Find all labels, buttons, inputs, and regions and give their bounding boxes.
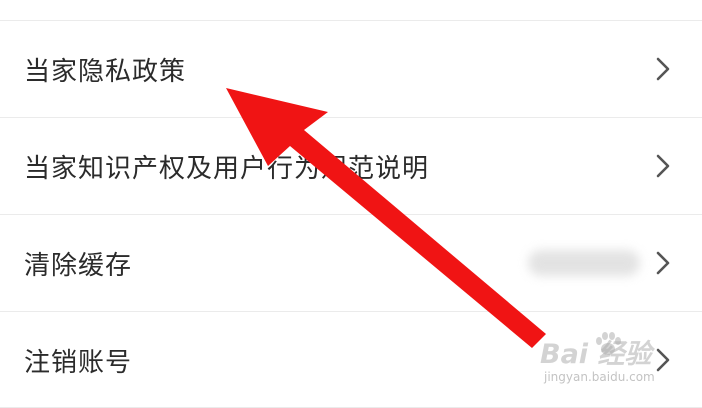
chevron-right-icon <box>656 251 670 275</box>
chevron-right-icon <box>656 348 670 372</box>
menu-item-ip-user-conduct[interactable]: 当家知识产权及用户行为规范说明 <box>0 118 702 214</box>
chevron-right-icon <box>656 57 670 81</box>
menu-item-label: 当家知识产权及用户行为规范说明 <box>24 153 430 184</box>
menu-item-label: 注销账号 <box>24 347 133 378</box>
cache-size-value-obscured <box>528 250 640 276</box>
menu-item-label: 清除缓存 <box>24 250 133 281</box>
menu-item-label: 当家隐私政策 <box>24 56 187 87</box>
menu-item-privacy-policy[interactable]: 当家隐私政策 <box>0 21 702 117</box>
chevron-right-icon <box>656 154 670 178</box>
menu-item-clear-cache[interactable]: 清除缓存 <box>0 215 702 311</box>
menu-item-delete-account[interactable]: 注销账号 <box>0 312 702 408</box>
settings-page: 当家隐私政策 当家知识产权及用户行为规范说明 清除缓存 注销账号 Bai 经验 <box>0 0 702 408</box>
